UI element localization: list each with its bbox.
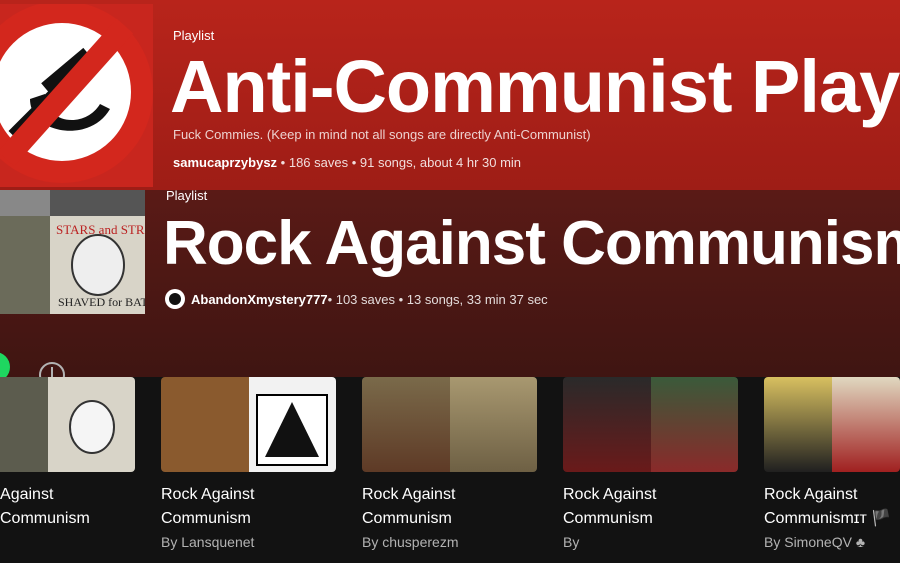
card-author[interactable]: By Lansquenet	[161, 534, 254, 550]
card-cover	[563, 377, 738, 472]
card-author[interactable]: By SimoneQV ♣	[764, 534, 865, 550]
owner-link[interactable]: AbandonXmystery777	[191, 292, 328, 307]
card-title[interactable]: Rock Against Communism	[161, 483, 321, 531]
playlist-banner-1[interactable]: Playlist Anti-Communist Playlist Fuck Co…	[0, 0, 900, 190]
playlist-meta: AbandonXmystery777 • 103 saves • 13 song…	[165, 289, 548, 309]
svg-text:SHAVED for BATTLE: SHAVED for BATTLE	[58, 295, 145, 309]
playlist-description: Fuck Commies. (Keep in mind not all song…	[173, 127, 591, 142]
playlist-meta: samucaprzybysz • 186 saves • 91 songs, a…	[173, 155, 521, 170]
card-author[interactable]: By	[563, 534, 579, 550]
playlist-banner-2[interactable]: STARS and STRIPES SHAVED for BATTLE Play…	[0, 190, 900, 377]
playlist-cover-1	[0, 4, 153, 187]
card-title[interactable]: Rock Against Communism	[0, 483, 120, 531]
card-cover	[764, 377, 900, 472]
owner-avatar	[165, 289, 185, 309]
playlist-type-label: Playlist	[173, 28, 215, 43]
card-cover	[0, 377, 135, 472]
card-author[interactable]: By chusperezm	[362, 534, 458, 550]
playlist-type-label: Playlist	[166, 190, 208, 203]
playlist-stats: • 103 saves • 13 songs, 33 min 37 sec	[327, 291, 548, 307]
crossed-hammer-sickle-icon	[0, 4, 153, 183]
card-cover	[362, 377, 537, 472]
card-cover	[161, 377, 336, 472]
playlist-stats: • 186 saves • 91 songs, about 4 hr 30 mi…	[277, 155, 522, 170]
playlist-title: Anti-Communist Playlist	[170, 45, 900, 128]
card-title[interactable]: Rock Against Communism	[563, 483, 723, 531]
svg-text:STARS and STRIPES: STARS and STRIPES	[56, 222, 145, 237]
owner-link[interactable]: samucaprzybysz	[173, 155, 277, 170]
card-title[interactable]: Rock Against Communism	[362, 483, 522, 531]
playlist-cover-2: STARS and STRIPES SHAVED for BATTLE	[0, 190, 145, 314]
card-title[interactable]: Rock Against Communismɪт 🏴	[764, 483, 900, 531]
playlist-title: Rock Against Communism	[163, 209, 900, 278]
